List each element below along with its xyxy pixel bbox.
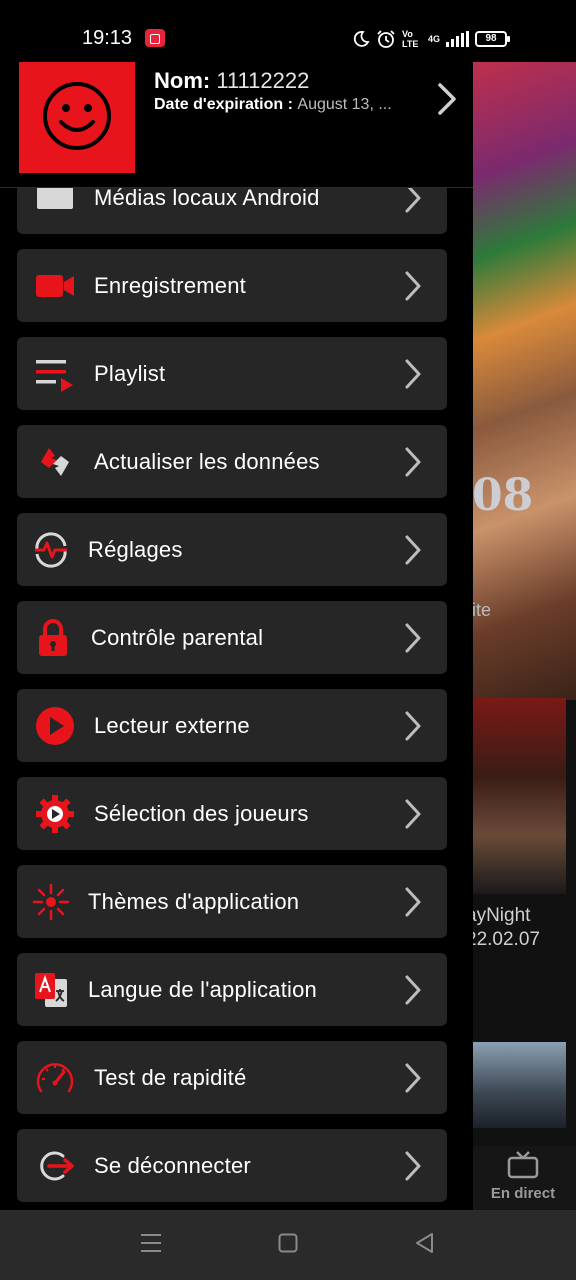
status-icons: Vo LTE 4G 98 xyxy=(352,26,511,52)
menu-item-external-player[interactable]: Lecteur externe xyxy=(17,689,447,762)
lock-icon xyxy=(33,619,73,657)
status-time: 19:13 xyxy=(82,27,133,49)
chevron-right-icon xyxy=(405,1063,421,1093)
chevron-right-icon xyxy=(405,535,421,565)
chevron-right-icon xyxy=(438,83,456,115)
poster-title-line1: ayNight xyxy=(466,905,531,926)
alarm-icon xyxy=(377,30,395,48)
account-header[interactable]: Nom: 11112222 Date d'expiration : August… xyxy=(0,58,473,188)
status-bar: 19:13 Vo LTE 4G 98 xyxy=(0,0,576,62)
menu-item-label: Thèmes d'application xyxy=(88,889,300,914)
playlist-icon xyxy=(35,355,75,393)
chevron-right-icon xyxy=(405,271,421,301)
chevron-right-icon xyxy=(405,799,421,829)
menu-item-label: Médias locaux Android xyxy=(94,185,320,210)
volte-indicator: Vo LTE xyxy=(402,29,419,49)
system-nav-bar xyxy=(0,1210,576,1280)
menu-item-speed-test[interactable]: Test de rapidité xyxy=(17,1041,447,1114)
chevron-right-icon xyxy=(405,623,421,653)
hero-subtitle: ite xyxy=(472,600,492,620)
poster-title-line2: 22.02.07 xyxy=(466,929,540,950)
menu-item-label: Sélection des joueurs xyxy=(94,801,309,826)
chevron-right-icon xyxy=(405,711,421,741)
menu-item-label: Contrôle parental xyxy=(91,625,264,650)
poster-thumbnail-2[interactable] xyxy=(472,1042,566,1128)
chevron-right-icon xyxy=(405,887,421,917)
menu-item-themes[interactable]: Thèmes d'application xyxy=(17,865,447,938)
expiry-value: August 13, ... xyxy=(297,96,392,113)
tv-icon xyxy=(507,1151,539,1179)
menu-item-label: Enregistrement xyxy=(94,273,246,298)
play-circle-icon xyxy=(35,707,75,745)
poster-title: ayNight 22.02.07 xyxy=(466,904,540,952)
menu-item-label: Se déconnecter xyxy=(94,1153,251,1178)
poster-thumbnail[interactable] xyxy=(470,698,566,894)
menu-item-logout[interactable]: Se déconnecter xyxy=(17,1129,447,1202)
expiry-label: Date d'expiration : xyxy=(154,96,293,113)
menu-item-recording[interactable]: Enregistrement xyxy=(17,249,447,322)
menu-icon[interactable] xyxy=(140,1232,162,1254)
signal-icon xyxy=(446,31,470,47)
chevron-right-icon xyxy=(405,447,421,477)
menu-item-label: Playlist xyxy=(94,361,166,386)
speedometer-icon xyxy=(35,1059,75,1097)
menu-item-label: Réglages xyxy=(88,537,183,562)
smiley-icon xyxy=(43,82,111,150)
menu-item-player-selection[interactable]: Sélection des joueurs xyxy=(17,777,447,850)
menu-item-playlist[interactable]: Playlist xyxy=(17,337,447,410)
screen-record-icon xyxy=(145,29,165,47)
logout-icon xyxy=(35,1147,75,1185)
menu-item-label: Test de rapidité xyxy=(94,1065,247,1090)
menu-item-refresh[interactable]: Actualiser les données xyxy=(17,425,447,498)
theme-icon xyxy=(31,883,71,921)
settings-icon xyxy=(31,531,71,569)
home-icon[interactable] xyxy=(278,1232,298,1254)
moon-icon xyxy=(353,31,370,47)
tab-live-label: En direct xyxy=(490,1185,556,1202)
menu-item-language[interactable]: Langue de l'application xyxy=(17,953,447,1026)
menu-item-label: Actualiser les données xyxy=(94,449,320,474)
account-name: Nom: 11112222 xyxy=(154,68,309,94)
network-type: 4G xyxy=(428,34,441,44)
refresh-icon xyxy=(35,443,75,481)
translate-icon xyxy=(31,971,71,1009)
chevron-right-icon xyxy=(405,1151,421,1181)
gear-play-icon xyxy=(35,795,75,833)
hero-text: 08 xyxy=(472,470,534,521)
chevron-right-icon xyxy=(405,359,421,389)
menu-item-label: Lecteur externe xyxy=(94,713,250,738)
navigation-drawer: Nom: 11112222 Date d'expiration : August… xyxy=(0,0,473,1210)
menu-item-settings[interactable]: Réglages xyxy=(17,513,447,586)
battery-icon: 98 xyxy=(475,31,511,47)
tab-live[interactable]: En direct xyxy=(470,1146,576,1210)
menu-item-label: Langue de l'application xyxy=(88,977,317,1002)
chevron-right-icon xyxy=(405,975,421,1005)
account-name-value: 11112222 xyxy=(216,68,310,93)
menu-item-parental-control[interactable]: Contrôle parental xyxy=(17,601,447,674)
account-name-label: Nom: xyxy=(154,68,211,93)
video-camera-icon xyxy=(35,267,75,305)
avatar xyxy=(19,60,135,173)
back-icon[interactable] xyxy=(414,1232,436,1254)
account-expiry: Date d'expiration : August 13, ... xyxy=(154,96,424,114)
